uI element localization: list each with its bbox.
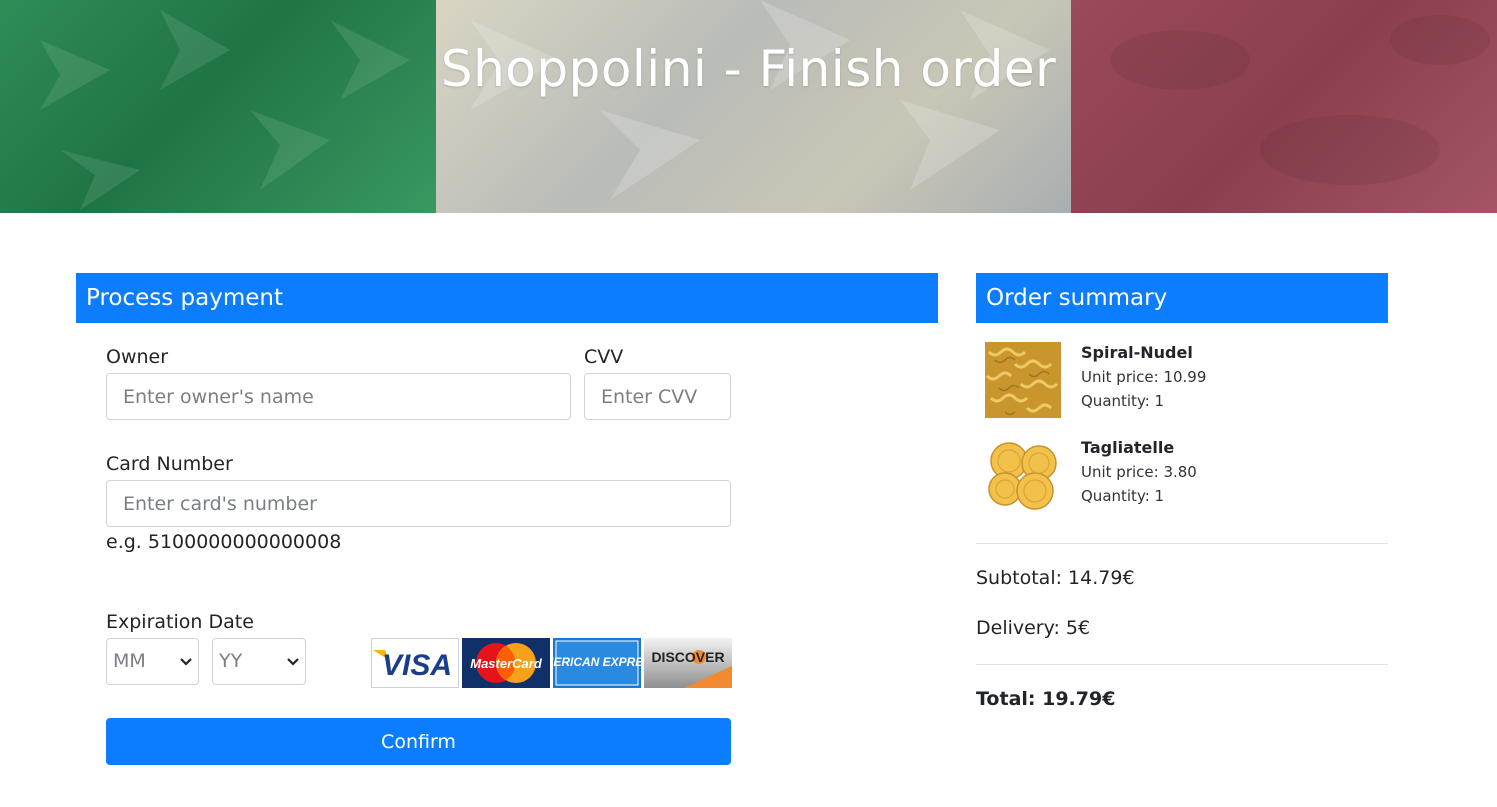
- item-unit-price: Unit price: 10.99: [1081, 368, 1207, 386]
- item-name: Spiral-Nudel: [1081, 343, 1193, 362]
- cvv-input[interactable]: [584, 373, 731, 420]
- fusilli-pasta-image: [985, 342, 1061, 418]
- delivery-text: Delivery: 5€: [976, 617, 1091, 639]
- year-select-value: YY: [219, 650, 243, 672]
- page-title: Shoppolini - Finish order: [440, 40, 1057, 98]
- card-number-label: Card Number: [106, 453, 233, 475]
- visa-logo-icon: VISA: [371, 638, 459, 688]
- expiration-date-label: Expiration Date: [106, 611, 254, 633]
- discover-logo-text: DISCOVER: [651, 649, 724, 665]
- card-number-hint: e.g. 5100000000000008: [106, 531, 342, 553]
- item-quantity: Quantity: 1: [1081, 392, 1165, 410]
- item-unit-price: Unit price: 3.80: [1081, 463, 1197, 481]
- process-payment-header: Process payment: [76, 273, 938, 323]
- owner-input[interactable]: [106, 373, 571, 420]
- year-select[interactable]: YY: [212, 638, 306, 685]
- item-name: Tagliatelle: [1081, 438, 1175, 457]
- cvv-label: CVV: [584, 346, 624, 368]
- american-express-logo-icon: AMERICAN EXPRESS: [553, 638, 641, 688]
- chevron-down-icon: [287, 658, 299, 666]
- total-text: Total: 19.79€: [976, 688, 1116, 710]
- order-summary-header: Order summary: [976, 273, 1388, 323]
- visa-logo-text: VISA: [382, 649, 452, 682]
- amex-logo-text: AMERICAN EXPRESS: [553, 655, 641, 669]
- owner-label: Owner: [106, 346, 169, 368]
- mastercard-logo-icon: MasterCard: [462, 638, 550, 688]
- discover-logo-icon: DISCOVER: [644, 638, 732, 688]
- confirm-button[interactable]: Confirm: [106, 718, 731, 765]
- subtotal-text: Subtotal: 14.79€: [976, 567, 1135, 589]
- farfalle-pattern: [40, 0, 1490, 210]
- summary-divider: [976, 543, 1388, 544]
- chevron-down-icon: [180, 658, 192, 666]
- card-number-input[interactable]: [106, 480, 731, 527]
- mastercard-logo-text: MasterCard: [470, 656, 543, 671]
- hero-banner: Shoppolini - Finish order: [0, 0, 1497, 213]
- month-select[interactable]: MM: [106, 638, 199, 685]
- item-quantity: Quantity: 1: [1081, 487, 1165, 505]
- month-select-value: MM: [113, 650, 146, 672]
- summary-divider: [976, 664, 1388, 665]
- tagliatelle-pasta-image: [985, 437, 1061, 513]
